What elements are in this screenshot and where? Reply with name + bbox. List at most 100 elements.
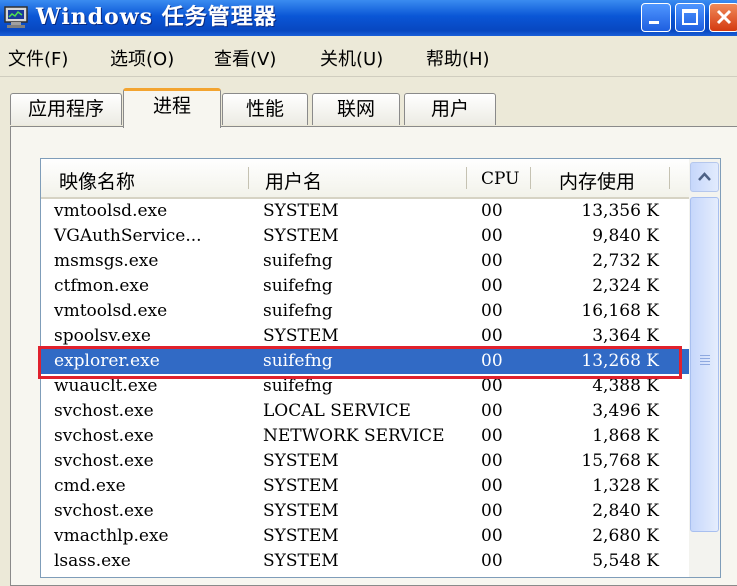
process-memory: 5,548 K [592, 551, 659, 571]
column-memory-usage[interactable]: 内存使用 [559, 167, 635, 194]
table-row[interactable]: vmacthlp.exe SYSTEM 00 2,680 K [41, 524, 689, 549]
process-user: SYSTEM [263, 451, 339, 471]
process-name: svchost.exe [54, 426, 154, 446]
process-user: SYSTEM [263, 526, 339, 546]
process-cpu: 00 [481, 501, 503, 521]
process-memory: 4,388 K [592, 376, 659, 396]
menu-bar: 文件(F) 选项(O) 查看(V) 关机(U) 帮助(H) [0, 36, 737, 77]
table-row[interactable]: cmd.exe SYSTEM 00 1,328 K [41, 474, 689, 499]
tab-networking[interactable]: 联网 [312, 93, 400, 125]
process-user: SYSTEM [263, 326, 339, 346]
process-cpu: 00 [481, 476, 503, 496]
process-user: suifefng [263, 276, 333, 296]
menu-options[interactable]: 选项(O) [110, 45, 174, 71]
process-memory: 1,328 K [592, 476, 659, 496]
table-row[interactable]: svchost.exe SYSTEM 00 15,768 K [41, 449, 689, 474]
tab-applications[interactable]: 应用程序 [10, 93, 122, 125]
process-name: vmacthlp.exe [54, 526, 169, 546]
table-row[interactable]: VGAuthService... SYSTEM 00 9,840 K [41, 224, 689, 249]
process-cpu: 00 [481, 226, 503, 246]
minimize-button[interactable] [641, 3, 671, 32]
process-user: SYSTEM [263, 551, 339, 571]
process-cpu: 00 [481, 376, 503, 396]
process-user: SYSTEM [263, 476, 339, 496]
tab-users[interactable]: 用户 [404, 93, 496, 125]
table-row[interactable]: svchost.exe SYSTEM 00 2,840 K [41, 499, 689, 524]
process-user: SYSTEM [263, 501, 339, 521]
process-memory: 2,732 K [592, 251, 659, 271]
close-button[interactable] [709, 3, 737, 32]
column-divider[interactable] [466, 167, 467, 189]
process-name: vmtoolsd.exe [54, 201, 168, 221]
table-row[interactable]: msmsgs.exe suifefng 00 2,732 K [41, 249, 689, 274]
thumb-grip [700, 358, 710, 359]
maximize-button[interactable] [675, 3, 705, 32]
process-cpu: 00 [481, 451, 503, 471]
table-row[interactable]: vmtoolsd.exe SYSTEM 00 13,356 K [41, 199, 689, 224]
process-name: ctfmon.exe [54, 276, 150, 296]
process-name: svchost.exe [54, 451, 154, 471]
process-memory: 2,680 K [592, 526, 659, 546]
chevron-up-icon [698, 172, 711, 181]
process-cpu: 00 [481, 401, 503, 421]
column-divider[interactable] [248, 167, 249, 189]
column-divider[interactable] [669, 167, 670, 189]
process-user: suifefng [263, 251, 333, 271]
maximize-icon [682, 9, 698, 25]
menu-view[interactable]: 查看(V) [214, 45, 276, 71]
process-cpu: 00 [481, 526, 503, 546]
process-name: vmtoolsd.exe [54, 301, 168, 321]
thumb-grip [700, 355, 710, 356]
process-cpu: 00 [481, 426, 503, 446]
process-cpu: 00 [481, 201, 503, 221]
process-memory: 15,768 K [581, 451, 659, 471]
process-cpu: 00 [481, 251, 503, 271]
process-user: NETWORK SERVICE [263, 426, 445, 446]
process-cpu: 00 [481, 551, 503, 571]
process-memory: 3,496 K [592, 401, 659, 421]
process-name: VGAuthService... [54, 226, 202, 246]
column-image-name[interactable]: 映像名称 [59, 167, 135, 194]
tab-performance[interactable]: 性能 [222, 93, 308, 125]
title-bar[interactable]: Windows 任务管理器 [0, 0, 737, 36]
process-user: LOCAL SERVICE [263, 401, 411, 421]
tab-processes[interactable]: 进程 [123, 88, 221, 128]
table-row[interactable]: svchost.exe LOCAL SERVICE 00 3,496 K [41, 399, 689, 424]
table-row[interactable]: ctfmon.exe suifefng 00 2,324 K [41, 274, 689, 299]
process-memory: 1,868 K [592, 426, 659, 446]
column-cpu[interactable]: CPU [481, 169, 519, 189]
column-divider[interactable] [530, 167, 531, 189]
process-memory: 16,168 K [581, 301, 659, 321]
process-user: SYSTEM [263, 201, 339, 221]
task-manager-icon [4, 6, 28, 28]
scroll-up-button[interactable] [690, 162, 719, 192]
minimize-icon [649, 21, 659, 24]
thumb-grip [700, 364, 710, 365]
thumb-grip [700, 361, 710, 362]
process-cpu: 00 [481, 326, 503, 346]
table-row[interactable]: lsass.exe SYSTEM 00 5,548 K [41, 549, 689, 574]
menu-file[interactable]: 文件(F) [8, 45, 68, 71]
process-memory: 3,364 K [592, 326, 659, 346]
column-user-name[interactable]: 用户名 [265, 167, 322, 194]
process-memory: 13,356 K [581, 201, 659, 221]
close-icon [716, 9, 732, 25]
process-user: SYSTEM [263, 226, 339, 246]
table-row[interactable]: svchost.exe NETWORK SERVICE 00 1,868 K [41, 424, 689, 449]
process-name: cmd.exe [54, 476, 126, 496]
menu-help[interactable]: 帮助(H) [426, 45, 490, 71]
process-name: spoolsv.exe [54, 326, 151, 346]
process-cpu: 00 [481, 301, 503, 321]
process-user: suifefng [263, 376, 333, 396]
process-memory: 2,324 K [592, 276, 659, 296]
process-cpu: 00 [481, 276, 503, 296]
process-name: wuauclt.exe [54, 376, 158, 396]
vertical-scrollbar[interactable] [689, 159, 720, 577]
process-name: svchost.exe [54, 401, 154, 421]
highlight-box [38, 346, 682, 379]
process-name: svchost.exe [54, 501, 154, 521]
window-title: Windows 任务管理器 [36, 4, 277, 30]
table-row[interactable]: vmtoolsd.exe suifefng 00 16,168 K [41, 299, 689, 324]
menu-shutdown[interactable]: 关机(U) [320, 45, 383, 71]
scroll-thumb[interactable] [690, 197, 719, 532]
